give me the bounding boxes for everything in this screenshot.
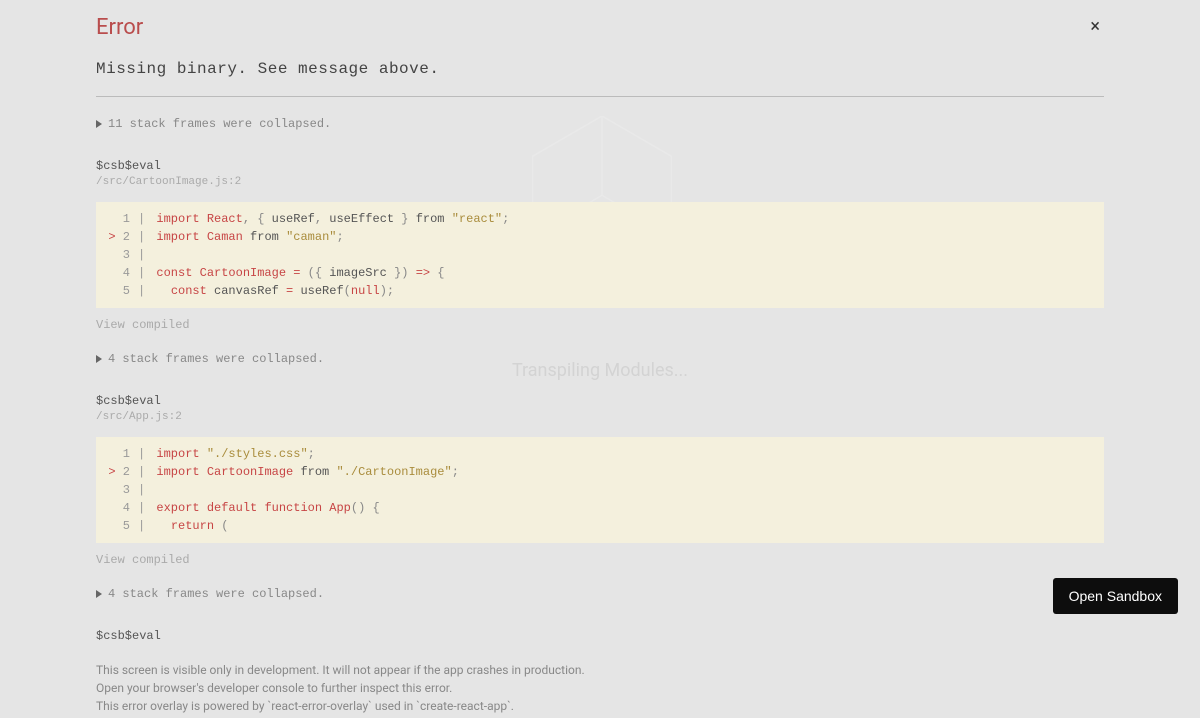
divider <box>96 96 1104 97</box>
stack-frame-path: /src/App.js:2 <box>96 411 1104 423</box>
collapsed-frames-label: 4 stack frames were collapsed. <box>108 587 324 601</box>
close-icon[interactable]: × <box>1086 14 1104 40</box>
stack-frame-name: $csb$eval <box>96 394 1104 408</box>
chevron-right-icon <box>96 355 102 363</box>
view-compiled-link[interactable]: View compiled <box>96 318 1104 332</box>
dev-notes: This screen is visible only in developme… <box>96 661 1104 715</box>
error-overlay: Error × Missing binary. See message abov… <box>0 0 1200 630</box>
collapsed-frames-label: 4 stack frames were collapsed. <box>108 352 324 366</box>
code-snippet-1: 1| import React, { useRef, useEffect } f… <box>96 202 1104 308</box>
stack-frame-name: $csb$eval <box>96 159 1104 173</box>
dev-note-line: This error overlay is powered by `react-… <box>96 697 1104 715</box>
dev-note-line: This screen is visible only in developme… <box>96 661 1104 679</box>
chevron-right-icon <box>96 120 102 128</box>
collapsed-frames-toggle-2[interactable]: 4 stack frames were collapsed. <box>96 352 1104 366</box>
chevron-right-icon <box>96 590 102 598</box>
view-compiled-link[interactable]: View compiled <box>96 553 1104 567</box>
error-title: Error <box>96 15 143 40</box>
stack-frame-path: /src/CartoonImage.js:2 <box>96 176 1104 188</box>
error-message: Missing binary. See message above. <box>96 60 1104 78</box>
code-snippet-2: 1| import "./styles.css"; > 2| import Ca… <box>96 437 1104 543</box>
open-sandbox-button[interactable]: Open Sandbox <box>1053 578 1178 614</box>
collapsed-frames-label: 11 stack frames were collapsed. <box>108 117 331 131</box>
collapsed-frames-toggle-3[interactable]: 4 stack frames were collapsed. <box>96 587 1104 601</box>
stack-frame-name: $csb$eval <box>96 629 1104 643</box>
collapsed-frames-toggle-1[interactable]: 11 stack frames were collapsed. <box>96 117 1104 131</box>
dev-note-line: Open your browser's developer console to… <box>96 679 1104 697</box>
